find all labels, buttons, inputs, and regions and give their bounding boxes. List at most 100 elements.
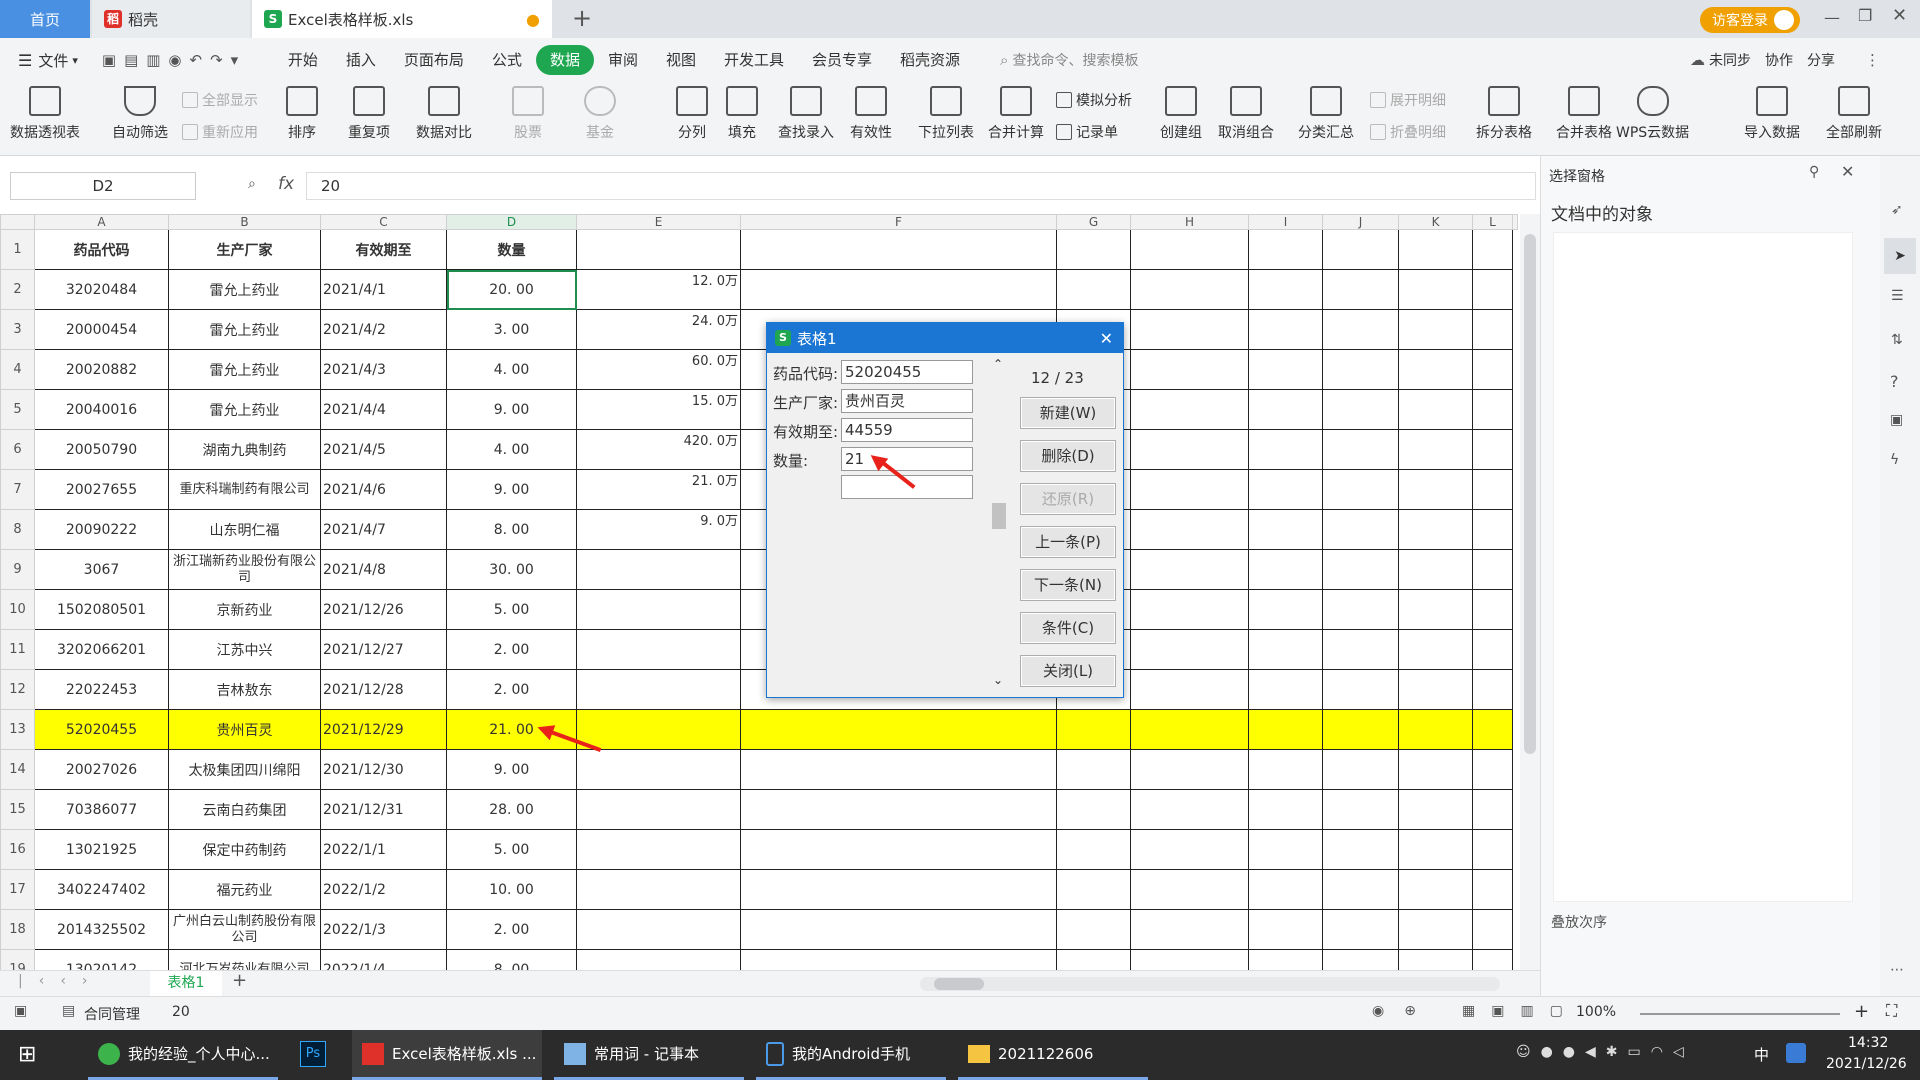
rocket-icon[interactable]: ➶ <box>1891 202 1903 218</box>
cell-e[interactable] <box>576 949 741 970</box>
row-header[interactable]: 15 <box>0 789 35 830</box>
empty-cell[interactable] <box>1472 309 1513 350</box>
collab-button[interactable]: 协作 <box>1765 50 1793 70</box>
field-input-expiry[interactable]: 44559 <box>841 418 973 442</box>
menu-item[interactable]: 开始 <box>274 45 332 75</box>
cell-code[interactable]: 20020882 <box>34 349 169 390</box>
cell-e[interactable] <box>576 829 741 870</box>
cell-code[interactable]: 22022453 <box>34 669 169 710</box>
column-header[interactable]: H <box>1130 214 1249 230</box>
row-header[interactable]: 17 <box>0 869 35 910</box>
fx-icon[interactable]: fx <box>278 174 294 194</box>
more-dots-icon[interactable]: ⋯ <box>1890 962 1904 978</box>
empty-cell[interactable] <box>1248 669 1323 710</box>
empty-cell[interactable] <box>1130 349 1249 390</box>
dropdown-list-button[interactable]: 下拉列表 <box>918 86 974 142</box>
sort-button[interactable]: 排序 <box>286 86 318 142</box>
cell-code[interactable]: 3067 <box>34 549 169 590</box>
pin-icon[interactable]: ⚲ <box>1809 164 1819 180</box>
select-all-corner[interactable] <box>0 214 35 230</box>
search-icon[interactable]: ⌕ <box>1000 51 1008 69</box>
clock-date[interactable]: 2021/12/26 <box>1826 1056 1907 1072</box>
cell-maker[interactable]: 雷允上药业 <box>168 309 321 350</box>
empty-cell[interactable] <box>740 749 1057 790</box>
empty-cell[interactable] <box>1130 749 1249 790</box>
empty-cell[interactable] <box>740 229 1057 270</box>
split-table-button[interactable]: 拆分表格 <box>1476 86 1532 142</box>
validity-button[interactable]: 有效性 <box>850 86 892 142</box>
cell-qty[interactable]: 9. 00 <box>446 749 577 790</box>
empty-cell[interactable] <box>1056 709 1131 750</box>
empty-cell[interactable] <box>1322 309 1399 350</box>
dialog-scroll-thumb[interactable] <box>992 503 1006 529</box>
cell-code[interactable]: 20090222 <box>34 509 169 550</box>
sliders-icon[interactable]: ☰ <box>1891 288 1904 304</box>
windows-start-icon[interactable]: ⊞ <box>18 1042 36 1067</box>
zoom-slider[interactable] <box>1640 1013 1840 1015</box>
cell-code[interactable]: 20027026 <box>34 749 169 790</box>
empty-cell[interactable] <box>1248 429 1323 470</box>
cell-qty[interactable]: 2. 00 <box>446 629 577 670</box>
empty-cell[interactable] <box>1472 629 1513 670</box>
empty-cell[interactable] <box>1398 909 1473 950</box>
empty-cell[interactable] <box>1056 869 1131 910</box>
quick-access-icons[interactable]: ▣▤▥◉↶↷▾ <box>102 51 282 69</box>
ungroup-button[interactable]: 取消组合 <box>1218 86 1274 142</box>
cell-code[interactable]: 3402247402 <box>34 869 169 910</box>
cell-e[interactable] <box>576 909 741 950</box>
compare-button[interactable]: 数据对比 <box>416 86 472 142</box>
empty-cell[interactable] <box>1472 269 1513 310</box>
column-header[interactable]: K <box>1398 214 1473 230</box>
taskbar-item-jingyan[interactable]: 我的经验_个人中心... <box>88 1030 278 1080</box>
cell-e[interactable] <box>576 749 741 790</box>
row-header[interactable]: 11 <box>0 629 35 670</box>
qq-tray-icon[interactable] <box>1786 1043 1806 1063</box>
column-header[interactable]: A <box>34 214 169 230</box>
column-header[interactable]: G <box>1056 214 1131 230</box>
cell-e[interactable] <box>576 629 741 670</box>
empty-cell[interactable] <box>1248 789 1323 830</box>
header-cell[interactable]: 有效期至 <box>320 229 447 270</box>
empty-cell[interactable] <box>1472 509 1513 550</box>
column-header[interactable]: B <box>168 214 321 230</box>
taskbar-item-folder[interactable]: 2021122606 <box>958 1030 1148 1080</box>
row-header[interactable]: 12 <box>0 669 35 710</box>
empty-cell[interactable] <box>1322 509 1399 550</box>
cell-e[interactable] <box>576 789 741 830</box>
empty-cell[interactable] <box>1130 389 1249 430</box>
cell-e[interactable] <box>576 669 741 710</box>
empty-cell[interactable] <box>1398 789 1473 830</box>
empty-cell[interactable] <box>1130 509 1249 550</box>
cell-qty[interactable]: 28. 00 <box>446 789 577 830</box>
empty-cell[interactable] <box>1130 869 1249 910</box>
zoom-in-icon[interactable]: + <box>1854 1001 1869 1022</box>
empty-cell[interactable] <box>1248 549 1323 590</box>
empty-cell[interactable] <box>1248 389 1323 430</box>
cell-e[interactable]: 12. 0万 <box>576 269 741 310</box>
cell-maker[interactable]: 吉林敖东 <box>168 669 321 710</box>
empty-cell[interactable] <box>1248 909 1323 950</box>
cell-expiry[interactable]: 2021/12/26 <box>320 589 447 630</box>
cell-maker[interactable]: 浙江瑞新药业股份有限公司 <box>168 549 321 590</box>
row-header[interactable]: 14 <box>0 749 35 790</box>
empty-cell[interactable] <box>1322 789 1399 830</box>
empty-cell[interactable] <box>1472 589 1513 630</box>
empty-cell[interactable] <box>1322 269 1399 310</box>
cell-code[interactable]: 13021925 <box>34 829 169 870</box>
column-header[interactable]: C <box>320 214 447 230</box>
expand-detail-button[interactable]: 展开明细 <box>1370 90 1446 110</box>
empty-cell[interactable] <box>1472 709 1513 750</box>
empty-cell[interactable] <box>1056 749 1131 790</box>
taskbar-item-excel[interactable]: Excel表格样板.xls ... <box>352 1030 542 1080</box>
empty-cell[interactable] <box>1322 229 1399 270</box>
whatif-button[interactable]: 模拟分析 <box>1056 90 1132 110</box>
empty-cell[interactable] <box>1472 349 1513 390</box>
cell-qty[interactable]: 5. 00 <box>446 589 577 630</box>
close-icon[interactable]: ✕ <box>1892 5 1907 26</box>
cell-code[interactable]: 2014325502 <box>34 909 169 950</box>
cell-e[interactable]: 9. 0万 <box>576 509 741 550</box>
empty-cell[interactable] <box>1056 229 1131 270</box>
cell-expiry[interactable]: 2021/4/6 <box>320 469 447 510</box>
empty-cell[interactable] <box>1130 269 1249 310</box>
macro-icon[interactable]: ▣ <box>14 1003 27 1019</box>
